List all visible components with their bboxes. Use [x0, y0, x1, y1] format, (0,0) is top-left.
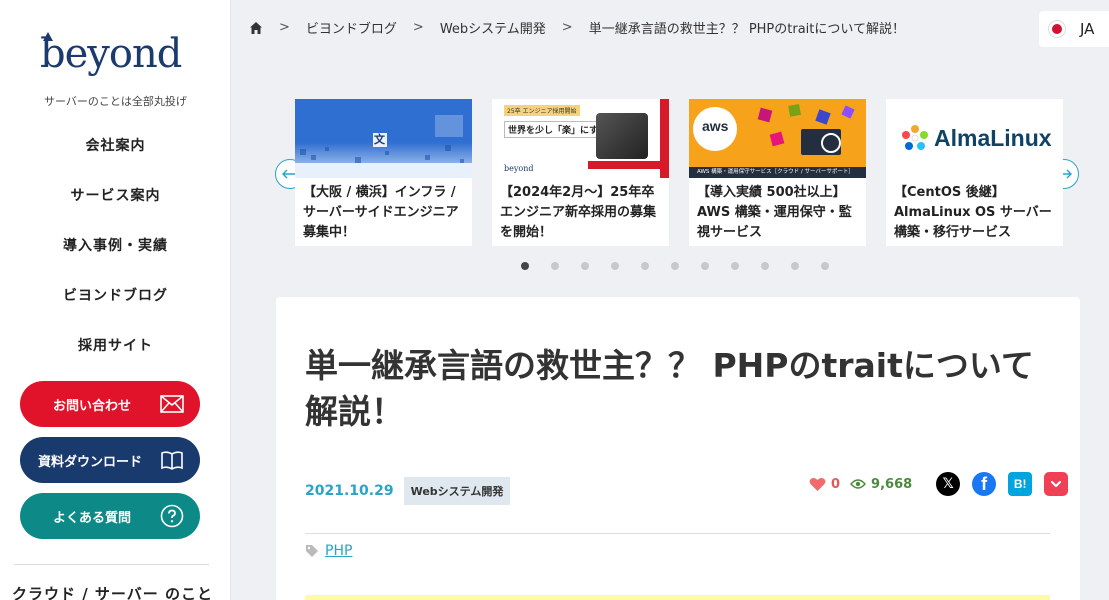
- view-count: 9,668: [871, 476, 913, 492]
- slide-image-newgrad: 25卒 エンジニア採用開始 世界を少し「楽」にする beyond: [492, 99, 669, 178]
- article-title: 単一継承言語の救世主？？ PHPのtraitについて解説！: [305, 346, 1034, 431]
- article-divider: [305, 533, 1050, 534]
- breadcrumb-separator: >: [412, 20, 424, 35]
- slide-title: 【CentOS 後継】AlmaLinux OS サーバー構築・移行サービス: [894, 185, 1052, 240]
- x-icon: 𝕏: [942, 476, 954, 492]
- share-hatena-button[interactable]: B!: [1008, 472, 1033, 496]
- article-stats: 0 9,668 𝕏 f B!: [809, 472, 1069, 496]
- faq-button[interactable]: よくある質問: [20, 493, 200, 539]
- tag-php[interactable]: PHP: [325, 543, 352, 559]
- tagline: サーバーのことは全部丸投げ: [44, 95, 187, 108]
- slide-title: 【大阪 / 横浜】インフラ / サーバーサイドエンジニア募集中！: [303, 185, 459, 240]
- sidebar: beyond サーバーのことは全部丸投げ 会社案内 サービス案内 導入事例・実績…: [0, 0, 231, 600]
- slide-image-caption: AWS 構築・運用保守サービス［クラウド / サーバーサポート］: [689, 167, 866, 178]
- mail-icon: [160, 395, 184, 413]
- slide-title: 【2024年2月〜】25年卒エンジニア新卒採用の募集を開始！: [500, 185, 657, 240]
- slide-image-badge: 25卒 エンジニア採用開始: [504, 105, 580, 116]
- share-x-button[interactable]: 𝕏: [936, 472, 961, 496]
- article-category[interactable]: Webシステム開発: [403, 477, 511, 505]
- slide-image-text: 文: [374, 133, 385, 146]
- almalinux-logo-icon: [902, 125, 928, 150]
- faq-button-label: よくある質問: [53, 510, 132, 526]
- language-label: JA: [1080, 20, 1095, 38]
- article-meta: 2021.10.29 Webシステム開発: [305, 477, 511, 505]
- breadcrumb-current: 単一継承言語の救世主？？ PHPのtraitについて解説！: [588, 22, 906, 37]
- carousel-dot[interactable]: [761, 262, 769, 270]
- question-icon: [160, 504, 184, 528]
- view-counter: 9,668: [850, 477, 912, 492]
- eye-icon: [850, 479, 866, 489]
- hatena-bookmark-icon: B!: [1013, 477, 1027, 491]
- breadcrumb-blog[interactable]: ビヨンドブログ: [306, 18, 397, 37]
- main-nav: 会社案内 サービス案内 導入事例・実績 ビヨンドブログ 採用サイト: [0, 133, 231, 383]
- share-pocket-button[interactable]: [1044, 472, 1069, 496]
- like-button[interactable]: 0: [809, 477, 840, 492]
- carousel-dot[interactable]: [701, 262, 709, 270]
- breadcrumb-separator: >: [561, 20, 573, 35]
- language-switcher[interactable]: JA: [1039, 11, 1109, 47]
- nav-case-studies[interactable]: 導入事例・実績: [0, 233, 231, 283]
- slide-image-recruit: 文: [295, 99, 472, 178]
- tag-icon: [306, 545, 318, 557]
- slide-title: 【導入実績 500社以上】AWS 構築・運用保守・監視サービス: [697, 185, 852, 240]
- carousel-dot[interactable]: [821, 262, 829, 270]
- logo-arrow-icon: [43, 32, 53, 41]
- slide-image-strip: [588, 161, 660, 169]
- slide-image-almalinux: AlmaLinux: [886, 99, 1063, 178]
- aws-service-icons: [757, 104, 855, 155]
- carousel-dot[interactable]: [611, 262, 619, 270]
- carousel-dot[interactable]: [731, 262, 739, 270]
- carousel-dot[interactable]: [791, 262, 799, 270]
- share-facebook-button[interactable]: f: [972, 472, 997, 496]
- carousel-slide[interactable]: 25卒 エンジニア採用開始 世界を少し「楽」にする beyond 【2024年2…: [492, 99, 669, 246]
- book-icon: [161, 451, 183, 470]
- sidebar-section-heading: クラウド / サーバー のこと: [12, 585, 213, 600]
- home-icon[interactable]: [249, 21, 263, 35]
- facebook-icon: f: [981, 473, 988, 494]
- carousel-slide[interactable]: aws AWS 構築・運用保守サービス［クラウド / サーバーサポート］ 【導入…: [689, 99, 866, 246]
- nav-recruit[interactable]: 採用サイト: [0, 333, 231, 383]
- beyond-logo[interactable]: beyond: [40, 32, 182, 74]
- like-count: 0: [831, 476, 841, 492]
- carousel-dot[interactable]: [641, 262, 649, 270]
- carousel-pagination: [521, 262, 851, 270]
- breadcrumb-separator: >: [279, 20, 290, 35]
- slide-image-photo: [596, 113, 648, 159]
- download-button[interactable]: 資料ダウンロード: [20, 437, 200, 483]
- carousel-dot[interactable]: [551, 262, 559, 270]
- heart-icon: [809, 477, 826, 491]
- japan-flag-icon: [1052, 24, 1062, 34]
- carousel-dot[interactable]: [671, 262, 679, 270]
- slide-image-aws: aws AWS 構築・運用保守サービス［クラウド / サーバーサポート］: [689, 99, 866, 178]
- contact-button[interactable]: お問い合わせ: [20, 381, 200, 427]
- pocket-icon: [1051, 480, 1062, 488]
- download-button-label: 資料ダウンロード: [38, 454, 143, 470]
- content-highlight-box: [305, 595, 1050, 600]
- tag-list: PHP: [305, 543, 352, 559]
- carousel-dot[interactable]: [581, 262, 589, 270]
- carousel-slide[interactable]: AlmaLinux 【CentOS 後継】AlmaLinux OS サーバー構築…: [886, 99, 1063, 246]
- slide-image-brand: beyond: [504, 164, 534, 173]
- article-card: 単一継承言語の救世主？？ PHPのtraitについて解説！ 2021.10.29…: [276, 297, 1080, 600]
- slide-image-text: AlmaLinux: [934, 125, 1052, 151]
- nav-blog[interactable]: ビヨンドブログ: [0, 283, 231, 333]
- nav-company[interactable]: 会社案内: [0, 133, 231, 183]
- breadcrumb-category[interactable]: Webシステム開発: [440, 18, 546, 37]
- contact-button-label: お問い合わせ: [53, 398, 132, 414]
- breadcrumb: > ビヨンドブログ > Webシステム開発 > 単一継承言語の救世主？？ PHP…: [249, 18, 905, 37]
- slide-image-text: aws: [702, 118, 729, 134]
- carousel-dot[interactable]: [521, 262, 529, 270]
- nav-services[interactable]: サービス案内: [0, 183, 231, 233]
- sidebar-divider: [14, 564, 209, 565]
- carousel-slide[interactable]: 文 【大阪 / 横浜】インフラ / サーバーサイドエンジニア募集中！: [295, 99, 472, 246]
- article-date: 2021.10.29: [305, 483, 394, 499]
